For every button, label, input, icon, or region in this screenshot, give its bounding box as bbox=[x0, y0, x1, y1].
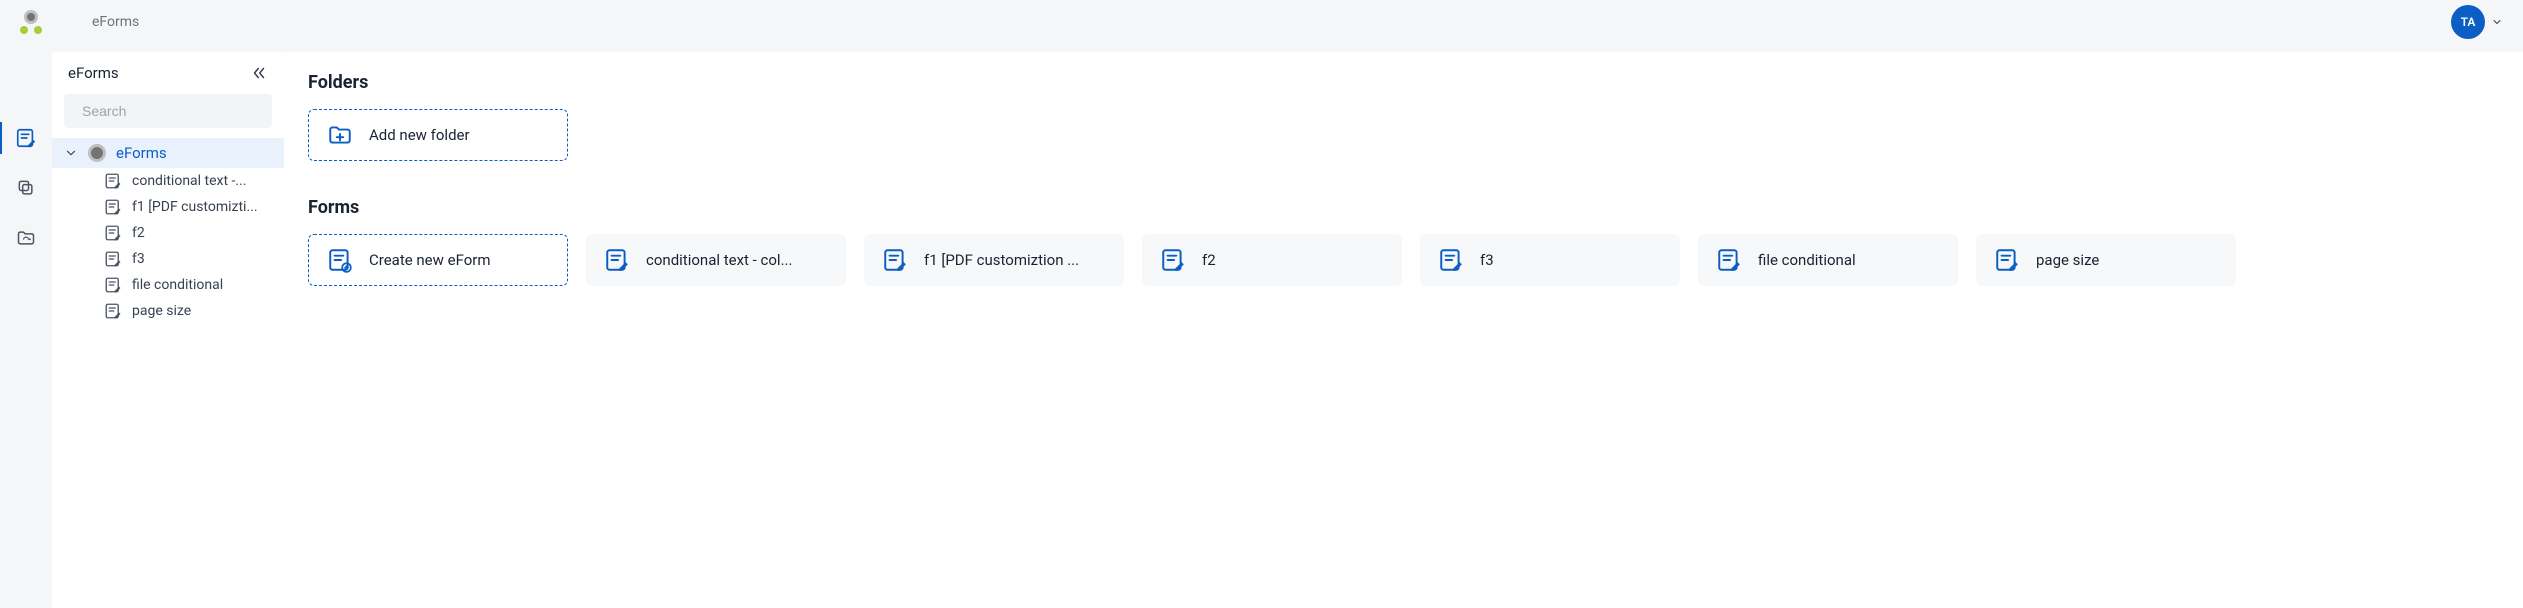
sidebar: eForms eForms conditional text -... f1 [… bbox=[52, 52, 284, 608]
tree-item-label: page size bbox=[132, 303, 191, 319]
add-folder-label: Add new folder bbox=[369, 126, 470, 144]
form-icon bbox=[104, 172, 122, 190]
form-card[interactable]: page size bbox=[1976, 234, 2236, 286]
form-icon bbox=[104, 224, 122, 242]
copy-icon bbox=[16, 178, 36, 198]
user-menu[interactable]: TA bbox=[2451, 5, 2503, 39]
form-card[interactable]: f2 bbox=[1142, 234, 1402, 286]
tree-item[interactable]: file conditional bbox=[52, 272, 284, 298]
nav-rail bbox=[0, 44, 52, 608]
root-node-icon bbox=[88, 144, 106, 162]
nav-copy[interactable] bbox=[12, 174, 40, 202]
form-icon bbox=[104, 302, 122, 320]
folder-plus-icon bbox=[327, 122, 353, 148]
form-edit-icon bbox=[1716, 247, 1742, 273]
tree-item-label: conditional text -... bbox=[132, 173, 246, 189]
folders-title: Folders bbox=[308, 72, 2499, 93]
folders-section: Folders Add new folder bbox=[308, 72, 2499, 161]
form-card[interactable]: f3 bbox=[1420, 234, 1680, 286]
sidebar-title: eForms bbox=[68, 64, 119, 82]
create-form-button[interactable]: Create new eForm bbox=[308, 234, 568, 286]
top-header: eForms TA bbox=[0, 0, 2523, 44]
add-folder-button[interactable]: Add new folder bbox=[308, 109, 568, 161]
form-card-label: page size bbox=[2036, 251, 2099, 269]
form-card[interactable]: f1 [PDF customiztion ... bbox=[864, 234, 1124, 286]
nav-forms[interactable] bbox=[12, 124, 40, 152]
form-card-label: f1 [PDF customiztion ... bbox=[924, 251, 1079, 269]
create-form-label: Create new eForm bbox=[369, 251, 491, 269]
form-edit-icon bbox=[882, 247, 908, 273]
form-card-label: conditional text - col... bbox=[646, 251, 792, 269]
form-card-label: file conditional bbox=[1758, 251, 1856, 269]
form-card-label: f2 bbox=[1202, 251, 1216, 269]
tree-root-label: eForms bbox=[116, 144, 167, 162]
form-card[interactable]: file conditional bbox=[1698, 234, 1958, 286]
form-edit-icon bbox=[604, 247, 630, 273]
tree-item-label: f3 bbox=[132, 251, 145, 267]
tree-item[interactable]: f2 bbox=[52, 220, 284, 246]
chevron-down-icon bbox=[64, 146, 78, 160]
tree-item[interactable]: conditional text -... bbox=[52, 168, 284, 194]
forms-section: Forms Create new eForm conditional text … bbox=[308, 197, 2499, 286]
tree-root[interactable]: eForms bbox=[52, 138, 284, 168]
double-chevron-left-icon bbox=[250, 64, 268, 82]
form-edit-icon bbox=[15, 127, 37, 149]
header-title: eForms bbox=[92, 14, 139, 30]
form-icon bbox=[104, 276, 122, 294]
main-content: Folders Add new folder Forms Create new … bbox=[284, 52, 2523, 608]
avatar: TA bbox=[2451, 5, 2485, 39]
form-card-label: f3 bbox=[1480, 251, 1494, 269]
form-icon bbox=[104, 250, 122, 268]
tree-item[interactable]: f1 [PDF customizti... bbox=[52, 194, 284, 220]
collapse-sidebar-button[interactable] bbox=[250, 64, 268, 82]
form-edit-icon bbox=[1438, 247, 1464, 273]
chevron-down-icon bbox=[2491, 16, 2503, 28]
folder-sync-icon bbox=[16, 228, 36, 248]
tree-item-label: file conditional bbox=[132, 277, 223, 293]
search-wrap[interactable] bbox=[64, 94, 272, 128]
form-edit-icon bbox=[1994, 247, 2020, 273]
form-add-icon bbox=[327, 247, 353, 273]
tree-item[interactable]: f3 bbox=[52, 246, 284, 272]
search-input[interactable] bbox=[82, 103, 263, 119]
app-logo bbox=[20, 10, 42, 34]
nav-folder-sync[interactable] bbox=[12, 224, 40, 252]
form-icon bbox=[104, 198, 122, 216]
form-card[interactable]: conditional text - col... bbox=[586, 234, 846, 286]
tree-item-label: f1 [PDF customizti... bbox=[132, 199, 258, 215]
form-edit-icon bbox=[1160, 247, 1186, 273]
tree-item-label: f2 bbox=[132, 225, 145, 241]
tree-item[interactable]: page size bbox=[52, 298, 284, 324]
tree: eForms conditional text -... f1 [PDF cus… bbox=[52, 138, 284, 324]
forms-title: Forms bbox=[308, 197, 2499, 218]
